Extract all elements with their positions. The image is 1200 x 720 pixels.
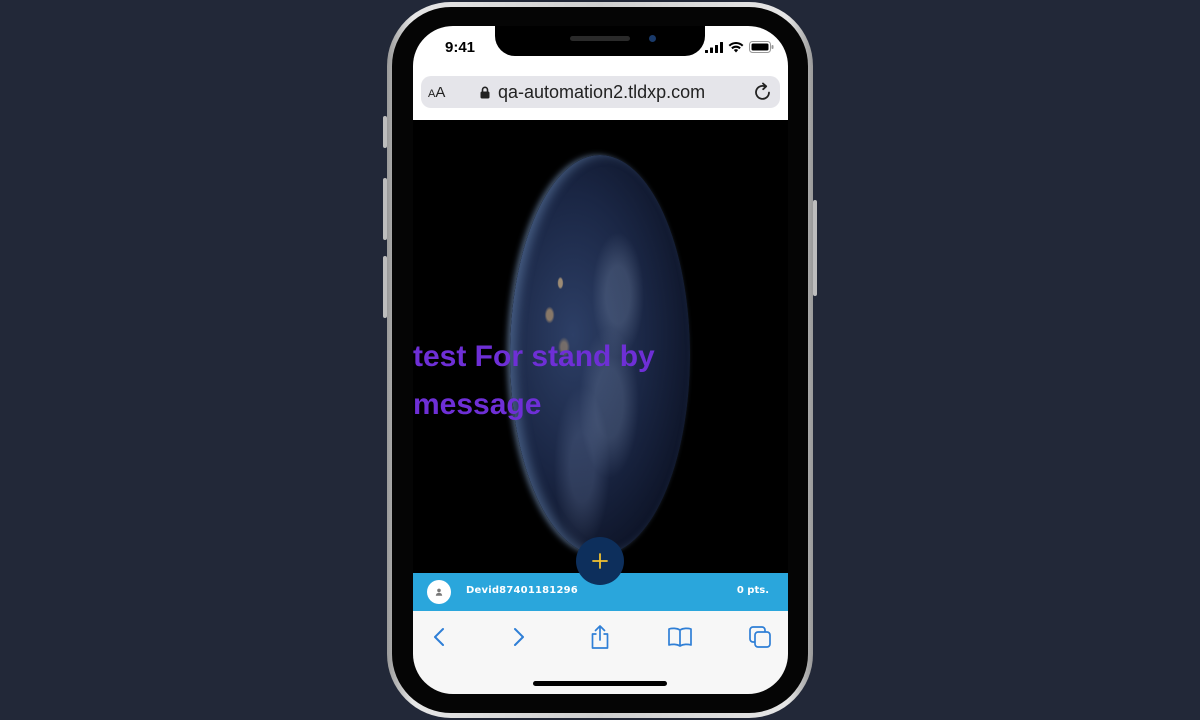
forward-button[interactable] bbox=[504, 623, 534, 651]
back-button[interactable] bbox=[424, 623, 454, 651]
status-time: 9:41 bbox=[445, 39, 476, 56]
signal-icon bbox=[705, 41, 723, 53]
home-indicator bbox=[533, 681, 667, 686]
notch bbox=[495, 26, 705, 56]
text-size-button[interactable]: AA bbox=[428, 84, 445, 101]
username: Devid87401181296 bbox=[466, 585, 578, 596]
avatar[interactable] bbox=[427, 580, 451, 604]
speaker bbox=[570, 36, 630, 41]
reload-icon[interactable] bbox=[752, 81, 774, 103]
share-icon bbox=[591, 625, 609, 649]
power-button bbox=[813, 200, 817, 296]
url-text[interactable]: qa-automation2.tldxp.com bbox=[498, 82, 705, 103]
browser-toolbar bbox=[413, 611, 788, 694]
lock-icon bbox=[480, 86, 490, 99]
forward-icon bbox=[514, 628, 524, 646]
wifi-icon bbox=[728, 41, 744, 53]
bookmarks-button[interactable] bbox=[665, 623, 695, 651]
user-icon bbox=[435, 588, 443, 596]
share-button[interactable] bbox=[585, 623, 615, 651]
plus-icon bbox=[592, 553, 608, 569]
standby-message: test For stand by message bbox=[413, 340, 655, 421]
text-size-large-label: A bbox=[435, 84, 446, 101]
back-icon bbox=[434, 628, 444, 646]
status-icons bbox=[705, 41, 774, 53]
status-bar: 9:41 bbox=[413, 26, 788, 70]
stage: 9:41 AA qa-automation2.tldxp.com test Fo… bbox=[0, 0, 1200, 720]
browser-address-area: AA qa-automation2.tldxp.com bbox=[413, 70, 788, 120]
front-camera bbox=[649, 35, 656, 42]
bookmarks-icon bbox=[668, 627, 692, 647]
tabs-button[interactable] bbox=[745, 623, 775, 651]
battery-icon bbox=[749, 41, 774, 53]
points: 0 pts. bbox=[736, 585, 769, 596]
phone-screen: 9:41 AA qa-automation2.tldxp.com test Fo… bbox=[413, 26, 788, 694]
tabs-icon bbox=[749, 626, 771, 648]
web-content: test For stand by message bbox=[413, 120, 788, 573]
address-bar[interactable]: AA qa-automation2.tldxp.com bbox=[421, 76, 780, 108]
add-button[interactable] bbox=[576, 537, 624, 585]
